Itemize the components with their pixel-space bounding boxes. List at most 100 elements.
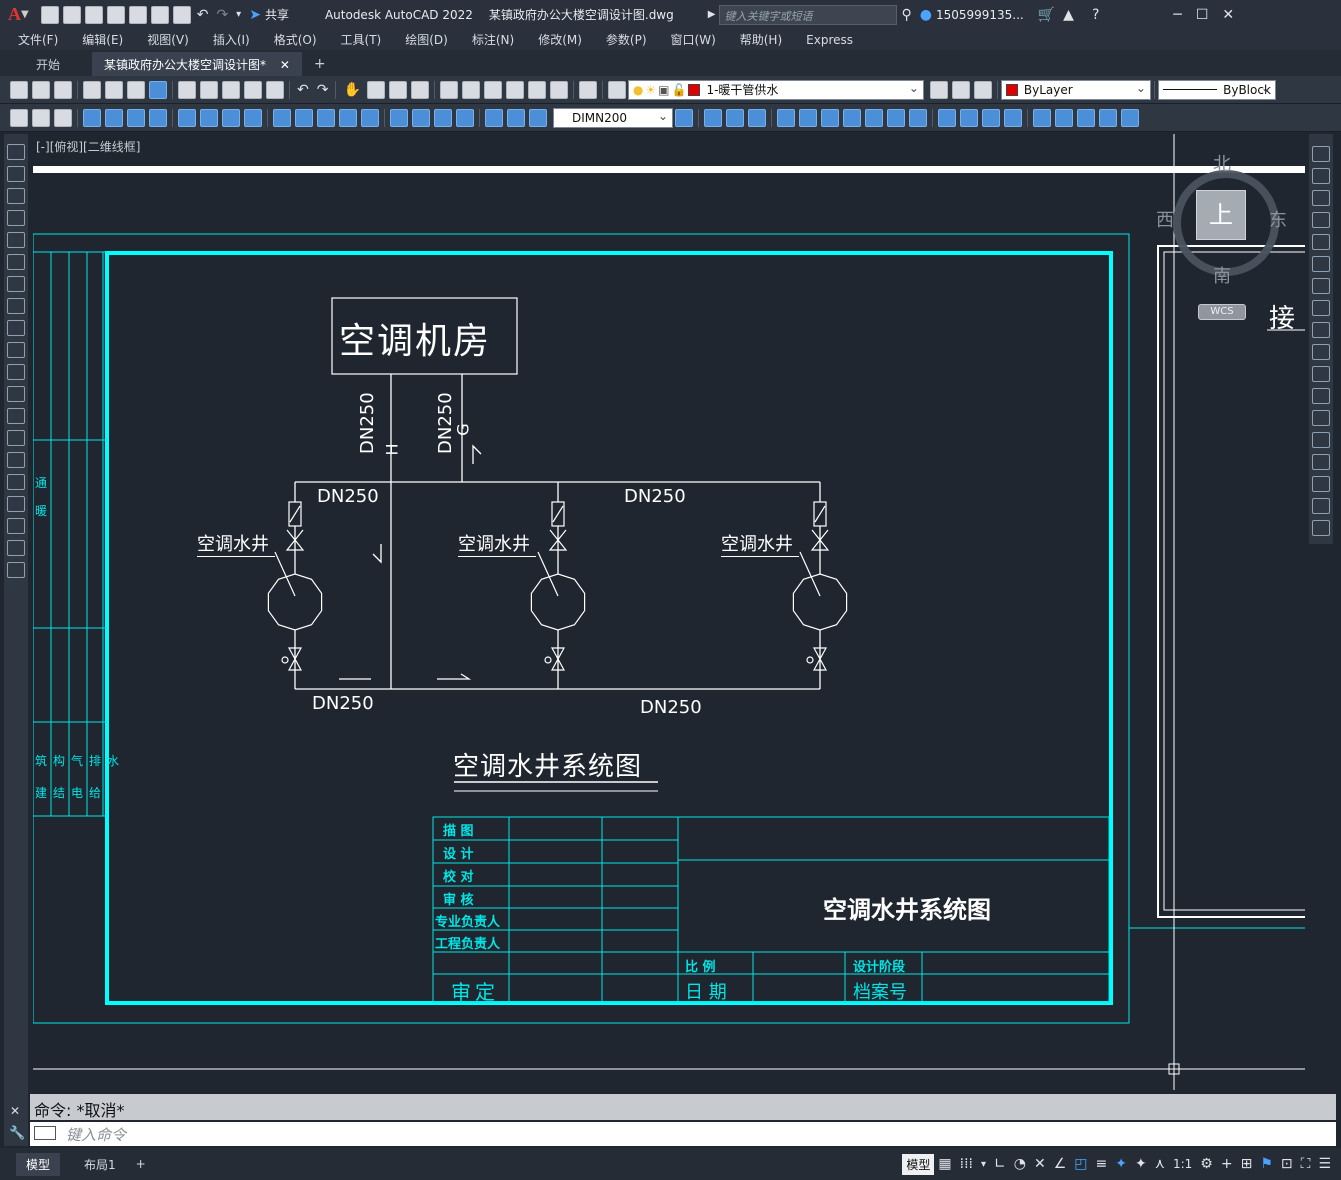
line-icon[interactable]: [7, 144, 25, 160]
cart-icon[interactable]: 🛒: [1038, 7, 1055, 23]
help-toolbar-icon[interactable]: [578, 80, 597, 99]
zoom-realtime-icon[interactable]: [366, 80, 385, 99]
modify-icon-1[interactable]: [704, 108, 722, 127]
layer-properties-icon[interactable]: [607, 80, 626, 99]
command-close-icon[interactable]: ✕: [10, 1104, 20, 1118]
dimension-update-icon[interactable]: [529, 108, 547, 127]
snap-icon[interactable]: ⁞⁞⁞: [960, 1156, 973, 1172]
plot-icon[interactable]: [128, 5, 147, 24]
tab-start[interactable]: 开始: [24, 52, 72, 76]
tab-model[interactable]: 模型: [16, 1152, 61, 1176]
lineweight-icon[interactable]: ≡: [1096, 1156, 1108, 1172]
modify-icon-9[interactable]: [887, 108, 905, 127]
minimize-icon[interactable]: ─: [1173, 7, 1181, 23]
layer-state-icon[interactable]: [973, 80, 992, 99]
modify-icon-19[interactable]: [1121, 108, 1139, 127]
tolerance-icon[interactable]: [390, 108, 408, 127]
join-icon[interactable]: [1312, 432, 1330, 448]
modify-icon-2[interactable]: [726, 108, 744, 127]
menu-item-1[interactable]: 编辑(E): [70, 31, 135, 48]
annotation-monitor-icon[interactable]: +: [1221, 1156, 1233, 1172]
quick-properties-icon[interactable]: ⚑: [1260, 1156, 1273, 1172]
viewcube-north[interactable]: 北: [1213, 150, 1231, 176]
spline-icon[interactable]: [7, 320, 25, 336]
radius-dimension-icon[interactable]: [178, 108, 196, 127]
menu-item-0[interactable]: 文件(F): [6, 31, 70, 48]
add-selected-icon[interactable]: [7, 562, 25, 578]
model-space-button[interactable]: 模型: [902, 1153, 935, 1175]
edit-toolbar-icon-1[interactable]: [10, 108, 28, 127]
color-dropdown[interactable]: ByLayer: [1000, 79, 1151, 100]
fillet-icon[interactable]: [1312, 476, 1330, 492]
polygon-icon[interactable]: [7, 210, 25, 226]
layer-freeze-icon[interactable]: ☀: [645, 83, 656, 97]
modify-icon-15[interactable]: [1033, 108, 1051, 127]
modify-icon-18[interactable]: [1099, 108, 1117, 127]
modify-icon-6[interactable]: [821, 108, 839, 127]
polar-icon[interactable]: ◔: [1014, 1156, 1026, 1172]
quick-dimension-icon[interactable]: [273, 108, 291, 127]
revision-cloud-icon[interactable]: [7, 298, 25, 314]
3dprint-icon[interactable]: [149, 80, 167, 99]
command-input[interactable]: 键入命令: [30, 1122, 1336, 1146]
dimstyle-dropdown[interactable]: DIMN200: [553, 107, 673, 128]
diameter-dimension-icon[interactable]: [222, 108, 240, 127]
construction-line-icon[interactable]: [7, 188, 25, 204]
snap-dropdown-icon[interactable]: ▾: [981, 1159, 986, 1170]
search-input[interactable]: 键入关键字或短语: [719, 4, 898, 25]
polyline-icon[interactable]: [7, 166, 25, 182]
design-center-icon[interactable]: [461, 80, 480, 99]
ortho-icon[interactable]: ∟: [994, 1156, 1006, 1172]
close-icon[interactable]: ✕: [1222, 7, 1234, 23]
ellipse-arc-icon[interactable]: [7, 364, 25, 380]
drawing-canvas[interactable]: 空调机房 DN250 H DN250 G DN250 DN250 DN250 D…: [33, 134, 1305, 1090]
autodesk-icon[interactable]: ▲: [1063, 7, 1074, 23]
explode-icon[interactable]: [1312, 520, 1330, 536]
customize-status-icon[interactable]: ☰: [1318, 1156, 1331, 1172]
dimension-space-icon[interactable]: [339, 108, 357, 127]
properties-icon[interactable]: [439, 80, 458, 99]
annotation-scale-icon[interactable]: ⋏: [1155, 1156, 1165, 1172]
menu-item-10[interactable]: 窗口(W): [659, 31, 728, 48]
modify-icon-13[interactable]: [982, 108, 1000, 127]
modify-icon-7[interactable]: [843, 108, 861, 127]
layer-previous-icon[interactable]: [951, 80, 970, 99]
annotation-scale-value[interactable]: 1:1: [1173, 1157, 1192, 1171]
open-file-icon[interactable]: [62, 5, 81, 24]
app-menu-chevron-icon[interactable]: ▼: [21, 9, 29, 20]
tab-active-drawing[interactable]: 某镇政府办公大楼空调设计图* ✕: [92, 52, 302, 76]
zoom-window-icon[interactable]: [388, 80, 407, 99]
annotation-visibility-icon[interactable]: ✦: [1115, 1156, 1127, 1172]
calculator-icon[interactable]: [549, 80, 568, 99]
plot-toolbar-icon[interactable]: [83, 80, 101, 99]
user-icon[interactable]: ●: [920, 7, 932, 23]
trim-icon[interactable]: [1312, 344, 1330, 360]
array-icon[interactable]: [1312, 234, 1330, 250]
command-customize-icon[interactable]: 🔧: [9, 1126, 25, 1141]
user-name[interactable]: 1505999135...: [936, 8, 1024, 22]
break-icon[interactable]: [1312, 410, 1330, 426]
edit-toolbar-icon-3[interactable]: [54, 108, 72, 127]
gradient-icon[interactable]: [7, 474, 25, 490]
modify-icon-5[interactable]: [799, 108, 817, 127]
tab-close-icon[interactable]: ✕: [280, 58, 290, 72]
print-icon[interactable]: [172, 5, 191, 24]
break-at-point-icon[interactable]: [1312, 388, 1330, 404]
modify-icon-12[interactable]: [960, 108, 978, 127]
block-editor-icon[interactable]: [266, 80, 284, 99]
menu-item-5[interactable]: 工具(T): [329, 31, 394, 48]
redo-icon[interactable]: ↷: [216, 7, 228, 23]
zoom-previous-icon[interactable]: [410, 80, 429, 99]
arc-icon[interactable]: [7, 254, 25, 270]
menu-item-8[interactable]: 修改(M): [526, 31, 594, 48]
menu-item-12[interactable]: Express: [794, 33, 865, 47]
share-icon[interactable]: ➤: [249, 7, 261, 23]
continue-dimension-icon[interactable]: [317, 108, 335, 127]
arc-length-icon[interactable]: [127, 108, 145, 127]
stretch-icon[interactable]: [1312, 322, 1330, 338]
insert-block-icon[interactable]: [7, 386, 25, 402]
baseline-dimension-icon[interactable]: [295, 108, 313, 127]
isolate-objects-icon[interactable]: ⊡: [1281, 1156, 1293, 1172]
viewcube-south[interactable]: 南: [1213, 262, 1231, 288]
search-icon[interactable]: ⚲: [901, 7, 911, 23]
